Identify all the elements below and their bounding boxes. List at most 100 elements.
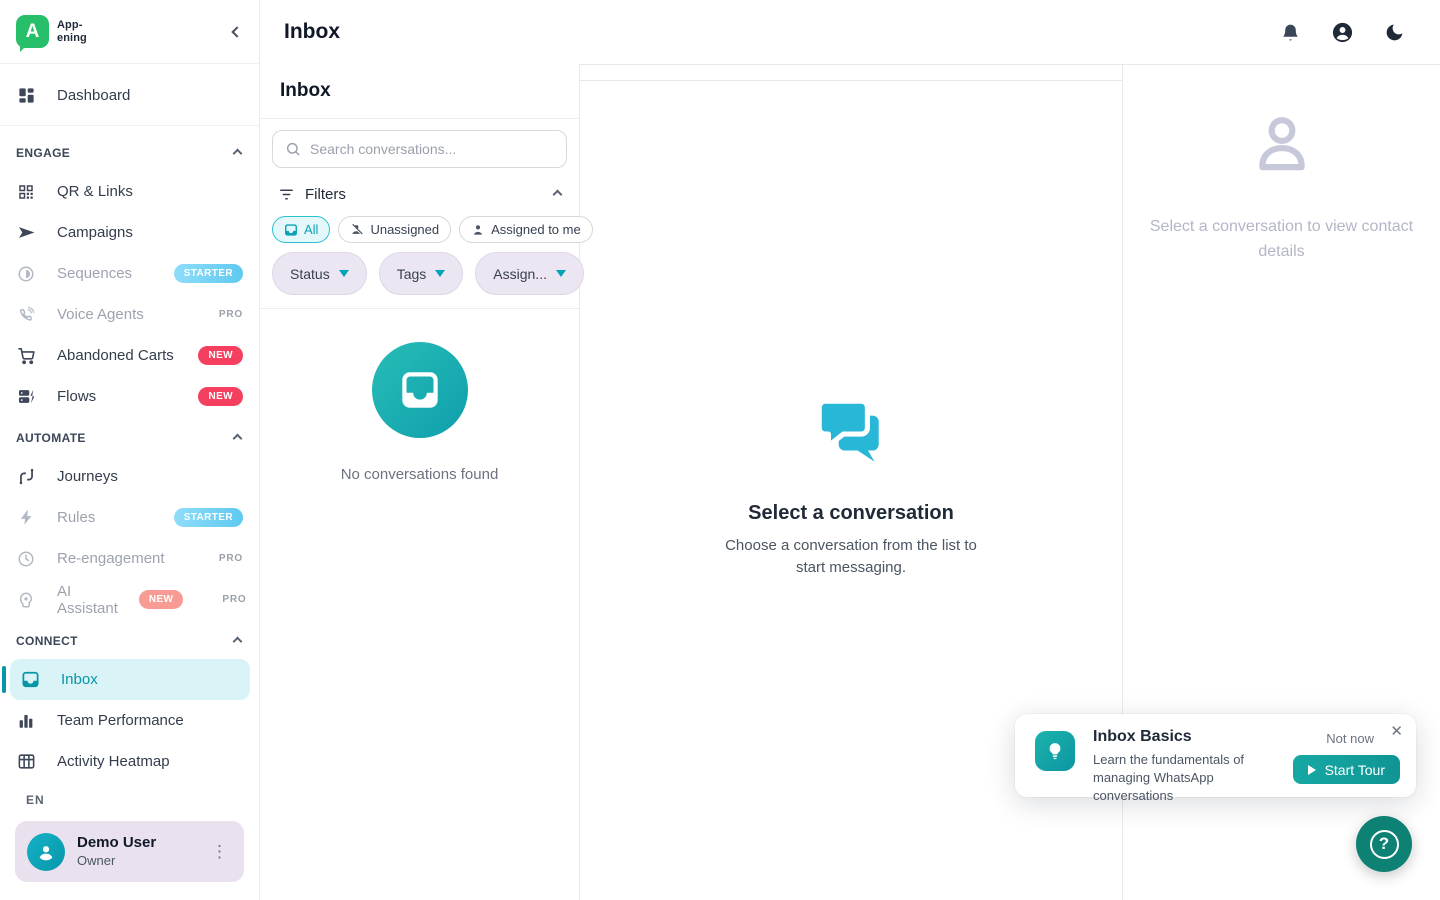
filter-chip-unassigned[interactable]: Unassigned <box>338 216 451 243</box>
sidebar-collapse-icon[interactable] <box>231 26 242 37</box>
search-box <box>272 130 567 168</box>
dark-mode-moon-icon[interactable] <box>1382 20 1406 44</box>
shopping-cart-icon <box>16 346 36 366</box>
sidebar-header: A App- ening <box>0 0 259 64</box>
tour-popup: Inbox Basics Learn the fundamentals of m… <box>1015 714 1416 797</box>
starter-badge: STARTER <box>174 508 243 527</box>
lightbulb-icon <box>1035 731 1075 771</box>
sidebar-item-journeys[interactable]: Journeys <box>0 456 259 497</box>
search-wrap <box>260 119 579 168</box>
pro-tag: PRO <box>219 309 243 320</box>
app-logo: A App- ening <box>16 15 87 48</box>
clock-icon <box>16 549 36 569</box>
sidebar-item-re-engagement[interactable]: Re-engagement PRO <box>0 538 259 579</box>
sidebar-item-rules[interactable]: Rules STARTER <box>0 497 259 538</box>
sidebar-item-qr-links[interactable]: QR & Links <box>0 171 259 212</box>
sidebar-item-flows[interactable]: AUTOMATE Flows NEW <box>0 376 259 417</box>
page-title: Inbox <box>284 20 340 44</box>
filter-chip-all[interactable]: All <box>272 216 330 243</box>
status-dropdown[interactable]: Status <box>272 252 367 295</box>
filter-funnel-icon <box>278 186 295 203</box>
chat-empty-subtitle: Choose a conversation from the list to s… <box>717 535 985 579</box>
conversation-list-title: Inbox <box>260 64 579 119</box>
filter-chip-assigned-to-me[interactable]: Assigned to me <box>459 216 593 243</box>
dashboard-icon <box>16 86 36 106</box>
new-badge: NEW <box>139 590 184 609</box>
close-icon[interactable]: ✕ <box>1390 724 1403 739</box>
logo-icon: A <box>16 15 49 48</box>
chevron-down-icon <box>435 270 445 277</box>
pro-tag: PRO <box>222 594 246 605</box>
start-tour-button[interactable]: Start Tour <box>1293 755 1400 784</box>
chevron-down-icon <box>339 270 349 277</box>
chat-header-strip <box>580 65 1122 81</box>
sidebar-item-team-performance[interactable]: Team Performance <box>0 700 259 741</box>
sidebar-item-label: Inbox <box>61 671 98 688</box>
sidebar-item-abandoned-carts[interactable]: Abandoned Carts NEW <box>0 335 259 376</box>
filter-chips: All Unassigned Assigned to <box>272 216 567 243</box>
topbar-icons <box>1278 20 1406 44</box>
empty-list-text: No conversations found <box>341 466 499 483</box>
user-role: Owner <box>77 853 156 869</box>
sidebar-item-campaigns[interactable]: Campaigns <box>0 212 259 253</box>
language-label[interactable]: EN <box>0 793 259 821</box>
notifications-bell-icon[interactable] <box>1278 20 1302 44</box>
inbox-icon <box>284 223 298 237</box>
chevron-up-icon <box>553 190 563 200</box>
logo-text: App- ening <box>57 19 87 44</box>
chevron-down-icon <box>556 270 566 277</box>
sidebar-item-label: AI Assistant <box>57 583 118 617</box>
inbox-empty-icon <box>372 342 468 438</box>
sidebar-item-inbox[interactable]: Inbox <box>10 659 250 700</box>
tour-title: Inbox Basics <box>1093 728 1255 746</box>
user-slash-icon <box>350 223 364 237</box>
user-icon <box>471 223 485 237</box>
account-avatar-icon[interactable] <box>1330 20 1354 44</box>
new-badge: NEW <box>198 346 243 365</box>
flows-icon <box>16 387 36 407</box>
chat-bubbles-icon <box>812 392 890 470</box>
inbox-icon <box>20 670 40 690</box>
qr-code-icon <box>16 182 36 202</box>
sidebar-item-label: Abandoned Carts <box>57 347 174 364</box>
chat-empty-title: Select a conversation <box>748 502 954 525</box>
section-header-engage[interactable]: ENGAGE <box>0 135 259 171</box>
assignee-dropdown[interactable]: Assign... <box>475 252 584 295</box>
sidebar-item-label: Voice Agents <box>57 306 144 323</box>
filters-label: Filters <box>305 186 346 203</box>
sidebar-item-label: QR & Links <box>57 183 133 200</box>
chevron-up-icon <box>233 433 243 443</box>
search-icon <box>285 141 301 157</box>
contact-person-icon <box>1249 113 1315 179</box>
tour-actions: Not now Start Tour <box>1293 728 1400 785</box>
sidebar-nav: Dashboard ENGAGE QR & Links Campaigns <box>0 64 259 773</box>
sidebar-item-voice-agents[interactable]: Voice Agents PRO <box>0 294 259 335</box>
sidebar-item-activity-heatmap[interactable]: Activity Heatmap <box>0 741 259 773</box>
sidebar-item-label: Team Performance <box>57 712 184 729</box>
section-header-connect[interactable]: CONNECT <box>0 623 259 659</box>
sidebar-item-dashboard[interactable]: Dashboard <box>0 75 259 116</box>
not-now-button[interactable]: Not now <box>1326 731 1374 746</box>
play-icon <box>1308 765 1316 775</box>
tags-dropdown[interactable]: Tags <box>379 252 464 295</box>
sidebar-footer: EN Demo User Owner ⋮ <box>0 773 259 900</box>
sidebar-item-label: Dashboard <box>57 87 130 104</box>
filters-header[interactable]: Filters <box>272 186 567 203</box>
user-card[interactable]: Demo User Owner ⋮ <box>15 821 244 882</box>
sidebar-item-ai-assistant[interactable]: AI Assistant NEW PRO <box>0 579 259 620</box>
topbar: Inbox <box>260 0 1440 64</box>
sidebar-item-label: Journeys <box>57 468 118 485</box>
heatmap-grid-icon <box>16 752 36 772</box>
search-input[interactable] <box>310 141 554 157</box>
divider <box>0 125 259 126</box>
tour-texts: Inbox Basics Learn the fundamentals of m… <box>1093 728 1255 785</box>
user-meta: Demo User Owner <box>77 834 156 869</box>
sidebar-item-sequences[interactable]: Sequences STARTER <box>0 253 259 294</box>
user-menu-icon[interactable]: ⋮ <box>205 842 234 862</box>
help-button[interactable]: ? <box>1356 816 1412 872</box>
section-header-automate[interactable]: AUTOMATE <box>0 420 259 456</box>
question-mark-icon: ? <box>1370 830 1399 859</box>
sidebar-item-label: Rules <box>57 509 95 526</box>
chevron-up-icon <box>233 636 243 646</box>
sequence-icon <box>16 264 36 284</box>
